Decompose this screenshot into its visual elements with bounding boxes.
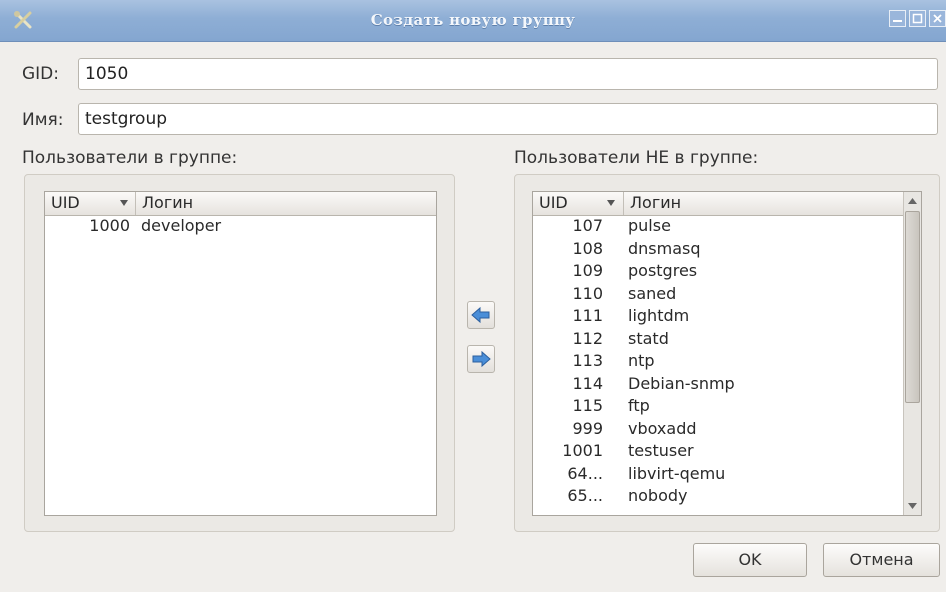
minimize-button[interactable] — [889, 10, 906, 27]
non-members-group: UID Логин 107 pulse 108 dnsmasq 109 postgres 1… — [514, 174, 940, 532]
login-cell: testuser — [628, 441, 694, 460]
scroll-up-button[interactable] — [904, 192, 921, 210]
login-cell: lightdm — [628, 306, 690, 325]
members-group: UID Логин 1000 developer — [24, 174, 455, 532]
sort-desc-icon — [607, 200, 615, 206]
arrow-right-icon — [472, 350, 491, 368]
login-cell: pulse — [628, 216, 671, 235]
uid-cell: 108 — [572, 238, 603, 258]
name-field[interactable] — [78, 103, 938, 135]
move-to-group-button[interactable] — [467, 301, 495, 329]
uid-cell: 109 — [572, 261, 603, 280]
list-item[interactable]: 109 postgres — [533, 261, 903, 284]
list-item[interactable]: 64... libvirt-qemu — [533, 464, 903, 487]
login-cell: postgres — [628, 261, 698, 280]
arrow-left-icon — [471, 306, 490, 324]
list-item[interactable]: 111 lightdm — [533, 306, 903, 329]
uid-column-header[interactable]: UID — [533, 192, 624, 215]
scroll-up-icon — [908, 198, 917, 204]
list-item[interactable]: 107 pulse — [533, 216, 903, 239]
scroll-down-icon — [908, 503, 917, 509]
close-icon — [933, 14, 942, 23]
list-item[interactable]: 112 statd — [533, 329, 903, 352]
list-item[interactable]: 110 saned — [533, 284, 903, 307]
window-title: Создать новую группу — [370, 11, 576, 29]
uid-cell: 65... — [567, 486, 603, 505]
members-list[interactable]: UID Логин 1000 developer — [44, 191, 437, 516]
uid-column-header[interactable]: UID — [45, 192, 136, 215]
login-column-header[interactable]: Логин — [136, 192, 193, 215]
login-column-header[interactable]: Логин — [624, 192, 681, 215]
login-cell: saned — [628, 283, 677, 303]
non-members-list[interactable]: UID Логин 107 pulse 108 dnsmasq 109 postgres 1… — [532, 191, 922, 516]
name-label: Имя: — [22, 110, 64, 130]
non-members-label: Пользователи НЕ в группе: — [514, 148, 759, 168]
close-button[interactable] — [929, 10, 946, 27]
login-cell: Debian-snmp — [628, 373, 735, 393]
minimize-icon — [893, 20, 902, 22]
uid-cell: 114 — [572, 373, 603, 393]
list-item[interactable]: 114 Debian-snmp — [533, 374, 903, 397]
uid-cell: 64... — [567, 463, 603, 483]
sort-desc-icon — [120, 200, 128, 206]
cancel-button[interactable]: Отмена — [823, 543, 940, 577]
uid-cell: 111 — [572, 306, 603, 325]
members-list-header: UID Логин — [45, 192, 436, 216]
gid-label: GID: — [22, 64, 60, 84]
scrollbar-thumb[interactable] — [905, 211, 920, 403]
login-cell: ntp — [628, 351, 655, 370]
gid-field[interactable] — [78, 58, 938, 90]
uid-cell: 113 — [572, 351, 603, 370]
list-item[interactable]: 108 dnsmasq — [533, 239, 903, 262]
uid-cell: 112 — [572, 328, 603, 348]
remove-from-group-button[interactable] — [467, 345, 495, 373]
login-cell: libvirt-qemu — [628, 463, 726, 483]
login-cell: statd — [628, 328, 669, 348]
ok-button[interactable]: OK — [693, 543, 807, 577]
login-cell: developer — [141, 216, 222, 235]
maximize-icon — [912, 13, 923, 24]
uid-cell: 115 — [572, 396, 603, 415]
scroll-down-button[interactable] — [904, 497, 921, 515]
uid-cell: 110 — [572, 283, 603, 303]
uid-cell: 999 — [572, 418, 603, 438]
login-cell: ftp — [628, 396, 650, 415]
list-item[interactable]: 1001 testuser — [533, 441, 903, 464]
login-cell: nobody — [628, 486, 688, 505]
members-label: Пользователи в группе: — [22, 148, 238, 168]
non-members-list-header: UID Логин — [533, 192, 903, 216]
list-item[interactable]: 1000 developer — [45, 216, 436, 239]
list-item[interactable]: 65... nobody — [533, 486, 903, 509]
uid-cell: 1001 — [562, 441, 603, 460]
list-item[interactable]: 999 vboxadd — [533, 419, 903, 442]
login-cell: dnsmasq — [628, 238, 701, 258]
list-item[interactable]: 115 ftp — [533, 396, 903, 419]
uid-cell: 1000 — [89, 216, 130, 235]
vertical-scrollbar[interactable] — [903, 192, 921, 515]
uid-cell: 107 — [572, 216, 603, 235]
login-cell: vboxadd — [628, 418, 697, 438]
maximize-button[interactable] — [909, 10, 926, 27]
title-bar[interactable]: Создать новую группу — [0, 0, 946, 42]
list-item[interactable]: 113 ntp — [533, 351, 903, 374]
